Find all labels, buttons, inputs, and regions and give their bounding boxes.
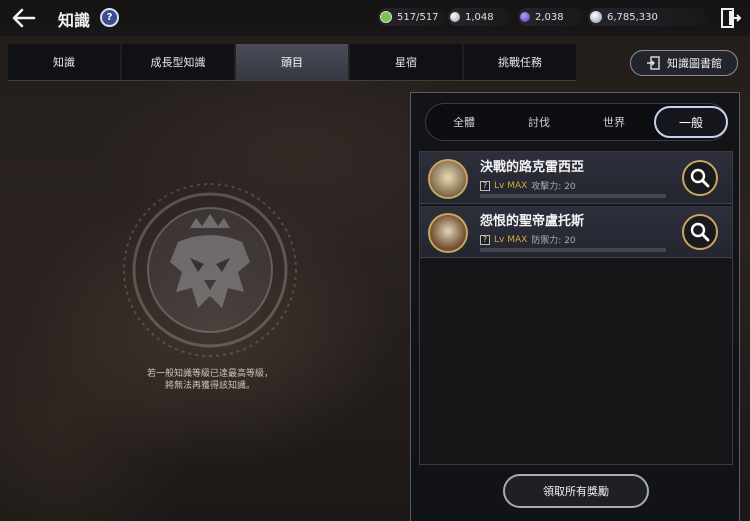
boss-list: 決戰的路克雷西亞 ? Lv MAX 攻擊力: 20 怨恨的聖帝盧托斯 ? Lv … [419, 151, 733, 465]
boss-list-panel: 全體 討伐 世界 一般 決戰的路克雷西亞 ? Lv MAX 攻擊力: 20 怨恨 [410, 92, 740, 521]
enter-icon [647, 56, 660, 70]
top-bar: 知識 ? 517/517 1,048 2,038 6,785,330 [0, 0, 750, 36]
list-item[interactable]: 決戰的路克雷西亞 ? Lv MAX 攻擊力: 20 [420, 152, 732, 204]
resource-value: 6,785,330 [607, 11, 658, 23]
resource-pearl: 1,048 [448, 8, 510, 26]
filter-world[interactable]: 世界 [577, 106, 651, 138]
pearl-icon [450, 12, 460, 22]
tab-boss[interactable]: 頭目 [236, 44, 348, 80]
unknown-icon: ? [480, 180, 490, 191]
boss-emblem-icon [120, 180, 300, 360]
exit-icon[interactable] [718, 6, 742, 30]
resource-crystal: 2,038 [518, 8, 584, 26]
boss-level: Lv MAX [494, 180, 528, 191]
crystal-icon [520, 12, 530, 22]
progress-bar [480, 194, 666, 198]
boss-level: Lv MAX [494, 234, 528, 245]
knowledge-library-button[interactable]: 知識圖書館 [630, 50, 738, 76]
tab-constellation[interactable]: 星宿 [350, 44, 462, 80]
boss-portrait-icon [428, 159, 468, 199]
boss-info: ? Lv MAX 攻擊力: 20 [480, 179, 576, 192]
filter-segment: 全體 討伐 世界 一般 [425, 103, 728, 141]
notice-line-1: 若一般知識等級已達最高等級， [146, 369, 273, 379]
filter-all[interactable]: 全體 [427, 106, 501, 138]
progress-bar [480, 248, 666, 252]
boss-portrait-icon [428, 213, 468, 253]
boss-stat: 攻擊力: 20 [531, 182, 576, 192]
boss-name: 怨恨的聖帝盧托斯 [480, 214, 585, 229]
silver-icon [590, 11, 602, 23]
knowledge-notice: 若一般知識等級已達最高等級， 將無法再獲得該知識。 [110, 368, 310, 392]
boss-stat: 防禦力: 20 [531, 236, 576, 246]
filter-normal[interactable]: 一般 [654, 106, 728, 138]
resource-energy: 517/517 [378, 8, 447, 26]
notice-line-2: 將無法再獲得該知識。 [164, 381, 255, 391]
back-arrow-icon[interactable] [10, 6, 38, 30]
tab-knowledge[interactable]: 知識 [8, 44, 120, 80]
unknown-icon: ? [480, 234, 490, 245]
tab-growth-knowledge[interactable]: 成長型知識 [122, 44, 234, 80]
knowledge-library-label: 知識圖書館 [667, 57, 722, 70]
tabs-divider [8, 80, 576, 81]
claim-all-rewards-button[interactable]: 領取所有獎勵 [503, 474, 649, 508]
category-tabs: 知識 成長型知識 頭目 星宿 挑戰任務 [8, 44, 576, 80]
energy-icon [380, 11, 392, 23]
boss-info: ? Lv MAX 防禦力: 20 [480, 233, 576, 246]
page-title: 知識 [58, 11, 91, 30]
boss-name: 決戰的路克雷西亞 [480, 160, 585, 175]
magnifier-icon[interactable] [682, 160, 718, 196]
resource-value: 517/517 [397, 11, 439, 23]
help-icon[interactable]: ? [100, 8, 119, 27]
tab-challenge[interactable]: 挑戰任務 [464, 44, 576, 80]
resource-value: 2,038 [535, 11, 564, 23]
resource-silver: 6,785,330 [588, 8, 706, 26]
filter-raid[interactable]: 討伐 [502, 106, 576, 138]
list-item[interactable]: 怨恨的聖帝盧托斯 ? Lv MAX 防禦力: 20 [420, 206, 732, 258]
magnifier-icon[interactable] [682, 214, 718, 250]
resource-value: 1,048 [465, 11, 494, 23]
